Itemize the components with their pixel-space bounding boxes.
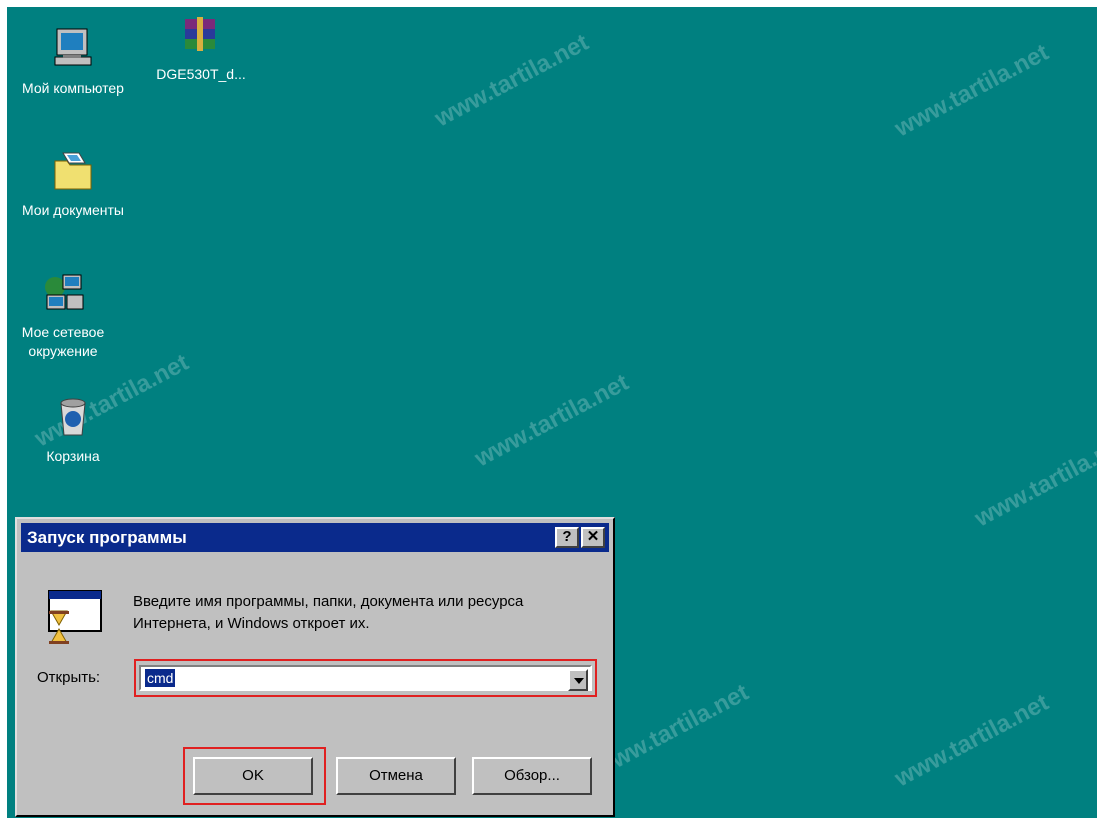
my-computer-icon [49, 25, 97, 73]
desktop-icon-label: Мой компьютер [22, 80, 124, 96]
cancel-button[interactable]: Отмена [336, 757, 456, 795]
dropdown-arrow-button[interactable] [568, 669, 588, 691]
desktop-icon-my-documents[interactable]: Мои документы [17, 147, 129, 220]
desktop-icon-label: Мои документы [21, 202, 124, 218]
desktop-icon-archive[interactable]: DGE530T_d... [145, 15, 257, 84]
dialog-title: Запуск программы [27, 528, 187, 547]
watermark: www.tartila.net [470, 368, 633, 473]
watermark: www.tartila.net [890, 38, 1053, 143]
recycle-bin-icon [49, 393, 97, 441]
watermark: www.tartila.net [970, 428, 1097, 533]
desktop: www.tartila.net www.tartila.net www.tart… [7, 7, 1097, 818]
close-button[interactable]: ✕ [581, 527, 605, 548]
desktop-icon-my-computer[interactable]: Мой компьютер [17, 25, 129, 98]
desktop-icon-label: DGE530T_d... [156, 66, 246, 82]
watermark: www.tartila.net [430, 28, 593, 133]
desktop-icon-label: Корзина [46, 448, 100, 464]
my-documents-folder-icon [49, 147, 97, 195]
open-label: Открыть: [37, 669, 101, 686]
browse-button[interactable]: Обзор... [472, 757, 592, 795]
desktop-icon-label: Мое сетевое окружение [21, 324, 105, 359]
dialog-titlebar[interactable]: Запуск программы ? ✕ [21, 523, 609, 552]
open-input-value[interactable]: cmd [145, 669, 176, 687]
open-input-highlight: cmd [134, 659, 597, 697]
dialog-message: Введите имя программы, папки, документа … [133, 593, 524, 632]
desktop-icon-recycle-bin[interactable]: Корзина [17, 393, 129, 466]
run-program-icon [45, 589, 105, 645]
winrar-archive-icon [177, 15, 225, 63]
ok-button[interactable]: OK [193, 757, 313, 795]
open-combobox[interactable]: cmd [139, 665, 592, 691]
desktop-icon-network[interactable]: Мое сетевое окружение [7, 269, 119, 361]
network-neighborhood-icon [39, 269, 87, 317]
watermark: www.tartila.net [890, 688, 1053, 793]
run-dialog: Запуск программы ? ✕ Введите имя програм… [15, 517, 615, 817]
help-button[interactable]: ? [555, 527, 579, 548]
